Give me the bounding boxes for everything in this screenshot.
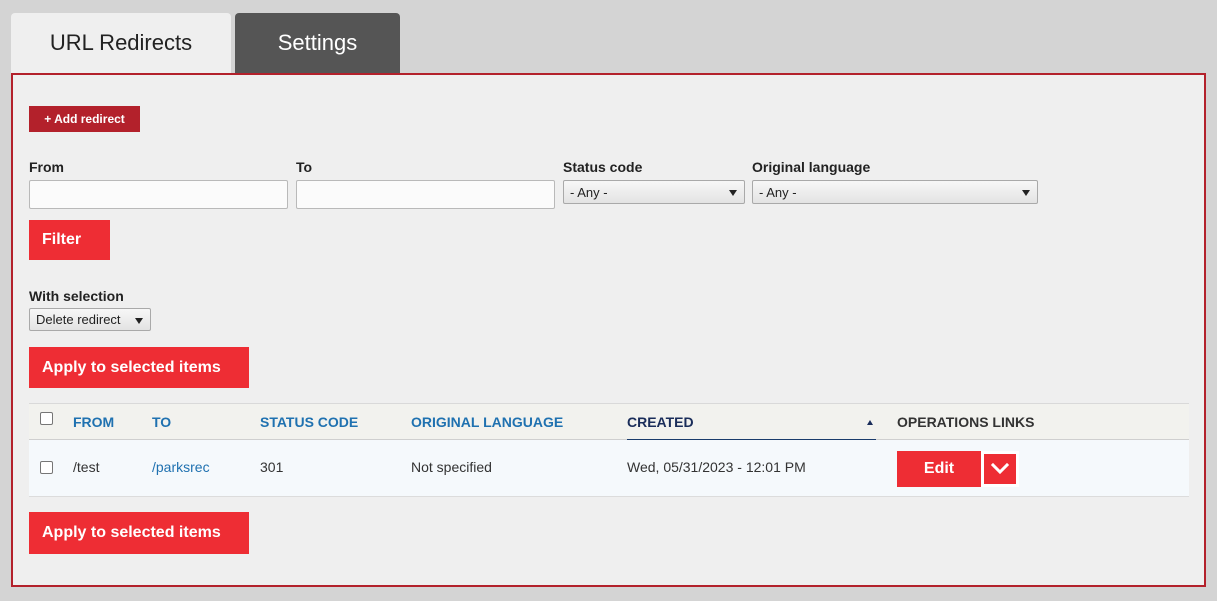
original-language-label: Original language (752, 159, 871, 175)
from-input[interactable] (29, 180, 288, 209)
operations-toggle-button[interactable] (981, 451, 1019, 487)
add-redirect-button[interactable]: + Add redirect (29, 106, 140, 132)
column-from[interactable]: From (73, 414, 114, 430)
original-language-select-value: - Any - (759, 184, 797, 200)
status-code-select-value: - Any - (570, 184, 608, 200)
filter-button[interactable]: Filter (29, 220, 110, 260)
chevron-down-icon (990, 463, 1010, 475)
apply-selected-bottom-button[interactable]: Apply to selected items (29, 512, 249, 554)
with-selection-label: With selection (29, 288, 124, 304)
redirects-table: From To Status code Original language Cr… (29, 403, 1189, 497)
row-to-link[interactable]: /parksrec (152, 459, 210, 475)
column-original-language[interactable]: Original language (411, 414, 563, 430)
column-created[interactable]: Created (627, 414, 694, 430)
status-code-select[interactable]: - Any - (563, 180, 745, 204)
row-status-code: 301 (260, 459, 284, 475)
row-original-language: Not specified (411, 459, 492, 475)
sort-ascending-icon[interactable] (867, 420, 873, 425)
edit-button[interactable]: Edit (897, 451, 981, 487)
from-label: From (29, 159, 64, 175)
to-input[interactable] (296, 180, 555, 209)
tab-settings[interactable]: Settings (235, 13, 400, 73)
redirects-panel: + Add redirect From To Status code Origi… (11, 73, 1206, 587)
row-from: /test (73, 459, 100, 475)
tab-url-redirects[interactable]: URL Redirects (11, 13, 231, 73)
bulk-action-select-value: Delete redirect (36, 312, 121, 327)
table-header: From To Status code Original language Cr… (29, 403, 1189, 441)
chevron-down-icon (1022, 190, 1030, 196)
column-operations-links: Operations links (897, 414, 1035, 430)
to-label: To (296, 159, 313, 175)
column-status-code[interactable]: Status code (260, 414, 358, 430)
row-created: Wed, 05/31/2023 - 12:01 PM (627, 459, 806, 475)
bulk-action-select[interactable]: Delete redirect (29, 308, 151, 331)
chevron-down-icon (729, 190, 737, 196)
select-all-checkbox[interactable] (40, 412, 53, 425)
row-select-checkbox[interactable] (40, 461, 53, 474)
apply-selected-top-button[interactable]: Apply to selected items (29, 347, 249, 388)
chevron-down-icon (135, 318, 143, 324)
operations-dropbutton: Edit (897, 451, 1019, 487)
status-code-label: Status code (563, 159, 643, 175)
table-row: /test /parksrec 301 Not specified Wed, 0… (29, 440, 1189, 497)
original-language-select[interactable]: - Any - (752, 180, 1038, 204)
column-to[interactable]: To (152, 414, 171, 430)
